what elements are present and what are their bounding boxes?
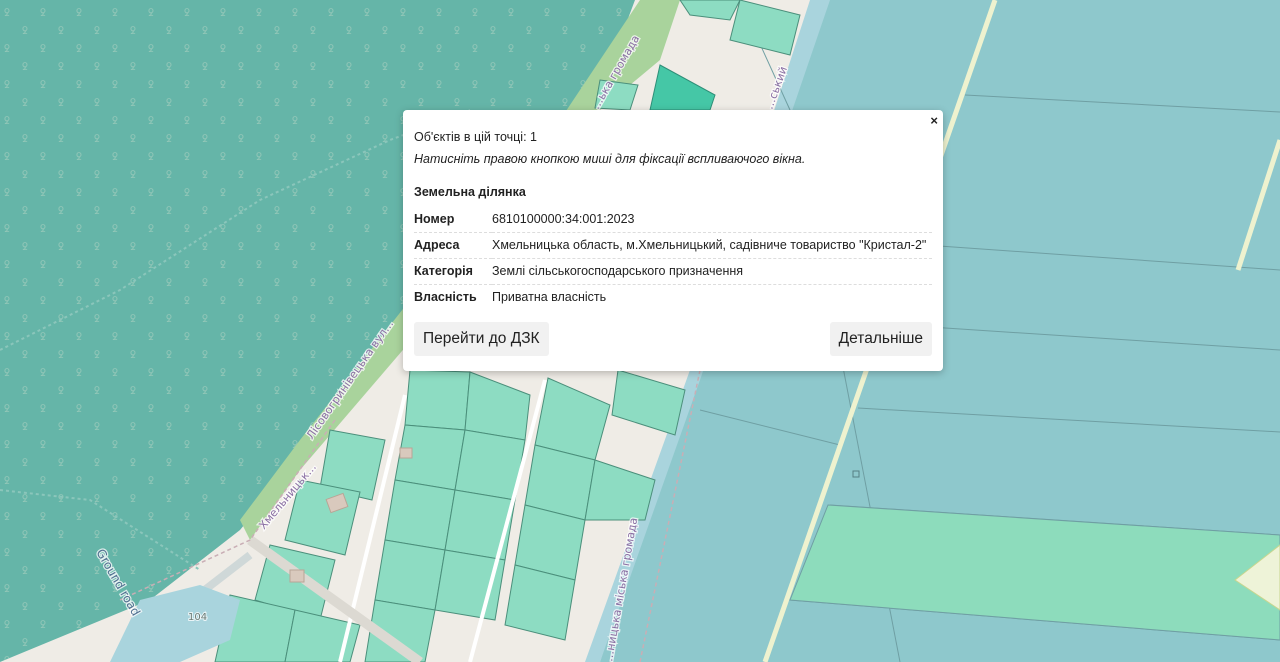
parcel-title: Земельна ділянка	[414, 185, 526, 199]
close-icon[interactable]: ×	[930, 114, 938, 128]
attribute-value: Хмельницька область, м.Хмельницький, сад…	[492, 232, 932, 259]
house-number-label: 104	[188, 612, 207, 623]
objects-count: Об'єктів в цій точці: 1	[414, 130, 537, 144]
attribute-key: Номер	[414, 207, 492, 233]
parcel-info-popup: × Об'єктів в цій точці: 1 Натисніть прав…	[403, 110, 943, 371]
goto-dzk-button[interactable]: Перейти до ДЗК	[414, 322, 549, 356]
attribute-value: Приватна власність	[492, 290, 607, 304]
building	[289, 569, 305, 583]
attribute-row-number: Номер 6810100000:34:001:2023	[414, 207, 932, 233]
attribute-key: Категорія	[414, 258, 492, 285]
attribute-row-address: Адреса Хмельницька область, м.Хмельницьк…	[414, 232, 932, 259]
attribute-value: 6810100000:34:001:2023	[492, 207, 932, 233]
pin-popup-hint: Натисніть правою кнопкою миші для фіксац…	[414, 152, 806, 166]
details-button[interactable]: Детальніше	[829, 322, 932, 356]
attribute-row-ownership: Власність Приватна власність	[414, 285, 932, 311]
building	[399, 447, 413, 459]
attribute-value: Землі сільськогосподарського призначення	[492, 258, 932, 285]
attribute-key: Власність	[414, 290, 477, 304]
attribute-row-category: Категорія Землі сільськогосподарського п…	[414, 258, 932, 285]
attribute-key: Адреса	[414, 232, 492, 259]
parcel-attributes-table: Номер 6810100000:34:001:2023 Адреса Хмел…	[414, 207, 932, 310]
